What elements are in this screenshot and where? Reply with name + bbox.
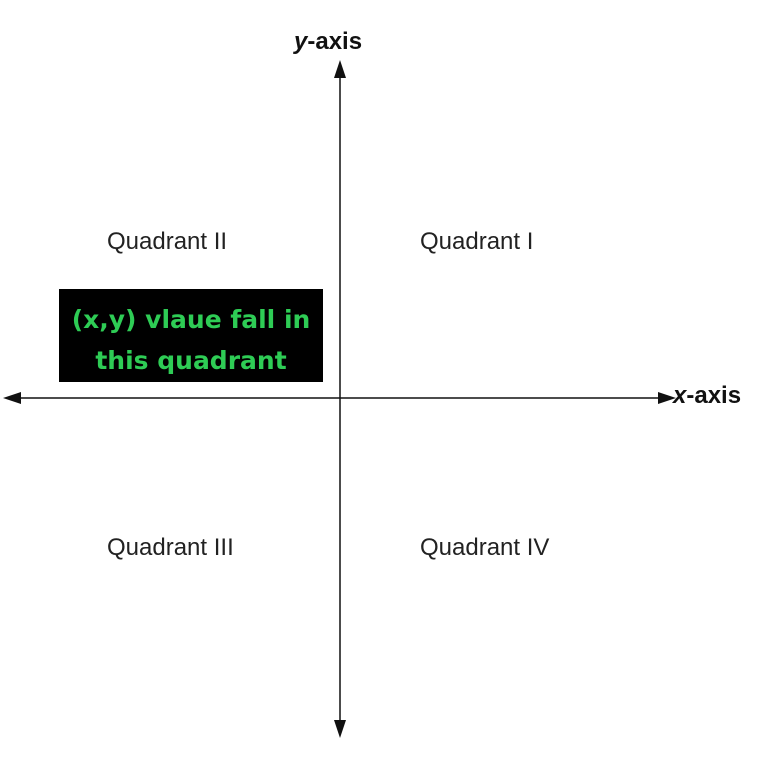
x-axis-suffix: -axis: [686, 382, 742, 409]
quadrant-4-label: Quadrant IV: [420, 534, 550, 561]
y-axis-up-arrow: [334, 60, 346, 78]
quadrant-2-label: Quadrant II: [107, 228, 228, 255]
quadrant-1-label: Quadrant I: [420, 228, 534, 255]
quadrant-callout-box: (x,y) vlaue fall in this quadrant: [59, 289, 323, 382]
y-axis-variable: y: [294, 28, 308, 55]
x-axis-variable: x: [673, 382, 687, 409]
y-axis-down-arrow: [334, 720, 346, 738]
y-axis-title: y-axis: [294, 28, 362, 56]
y-axis-suffix: -axis: [307, 28, 363, 55]
callout-line-2: this quadrant: [95, 346, 287, 375]
x-axis-title: x-axis: [673, 382, 741, 410]
quadrant-3-label: Quadrant III: [107, 534, 234, 561]
x-axis-left-arrow: [3, 392, 21, 404]
callout-line-1: (x,y) vlaue fall in: [71, 305, 311, 334]
